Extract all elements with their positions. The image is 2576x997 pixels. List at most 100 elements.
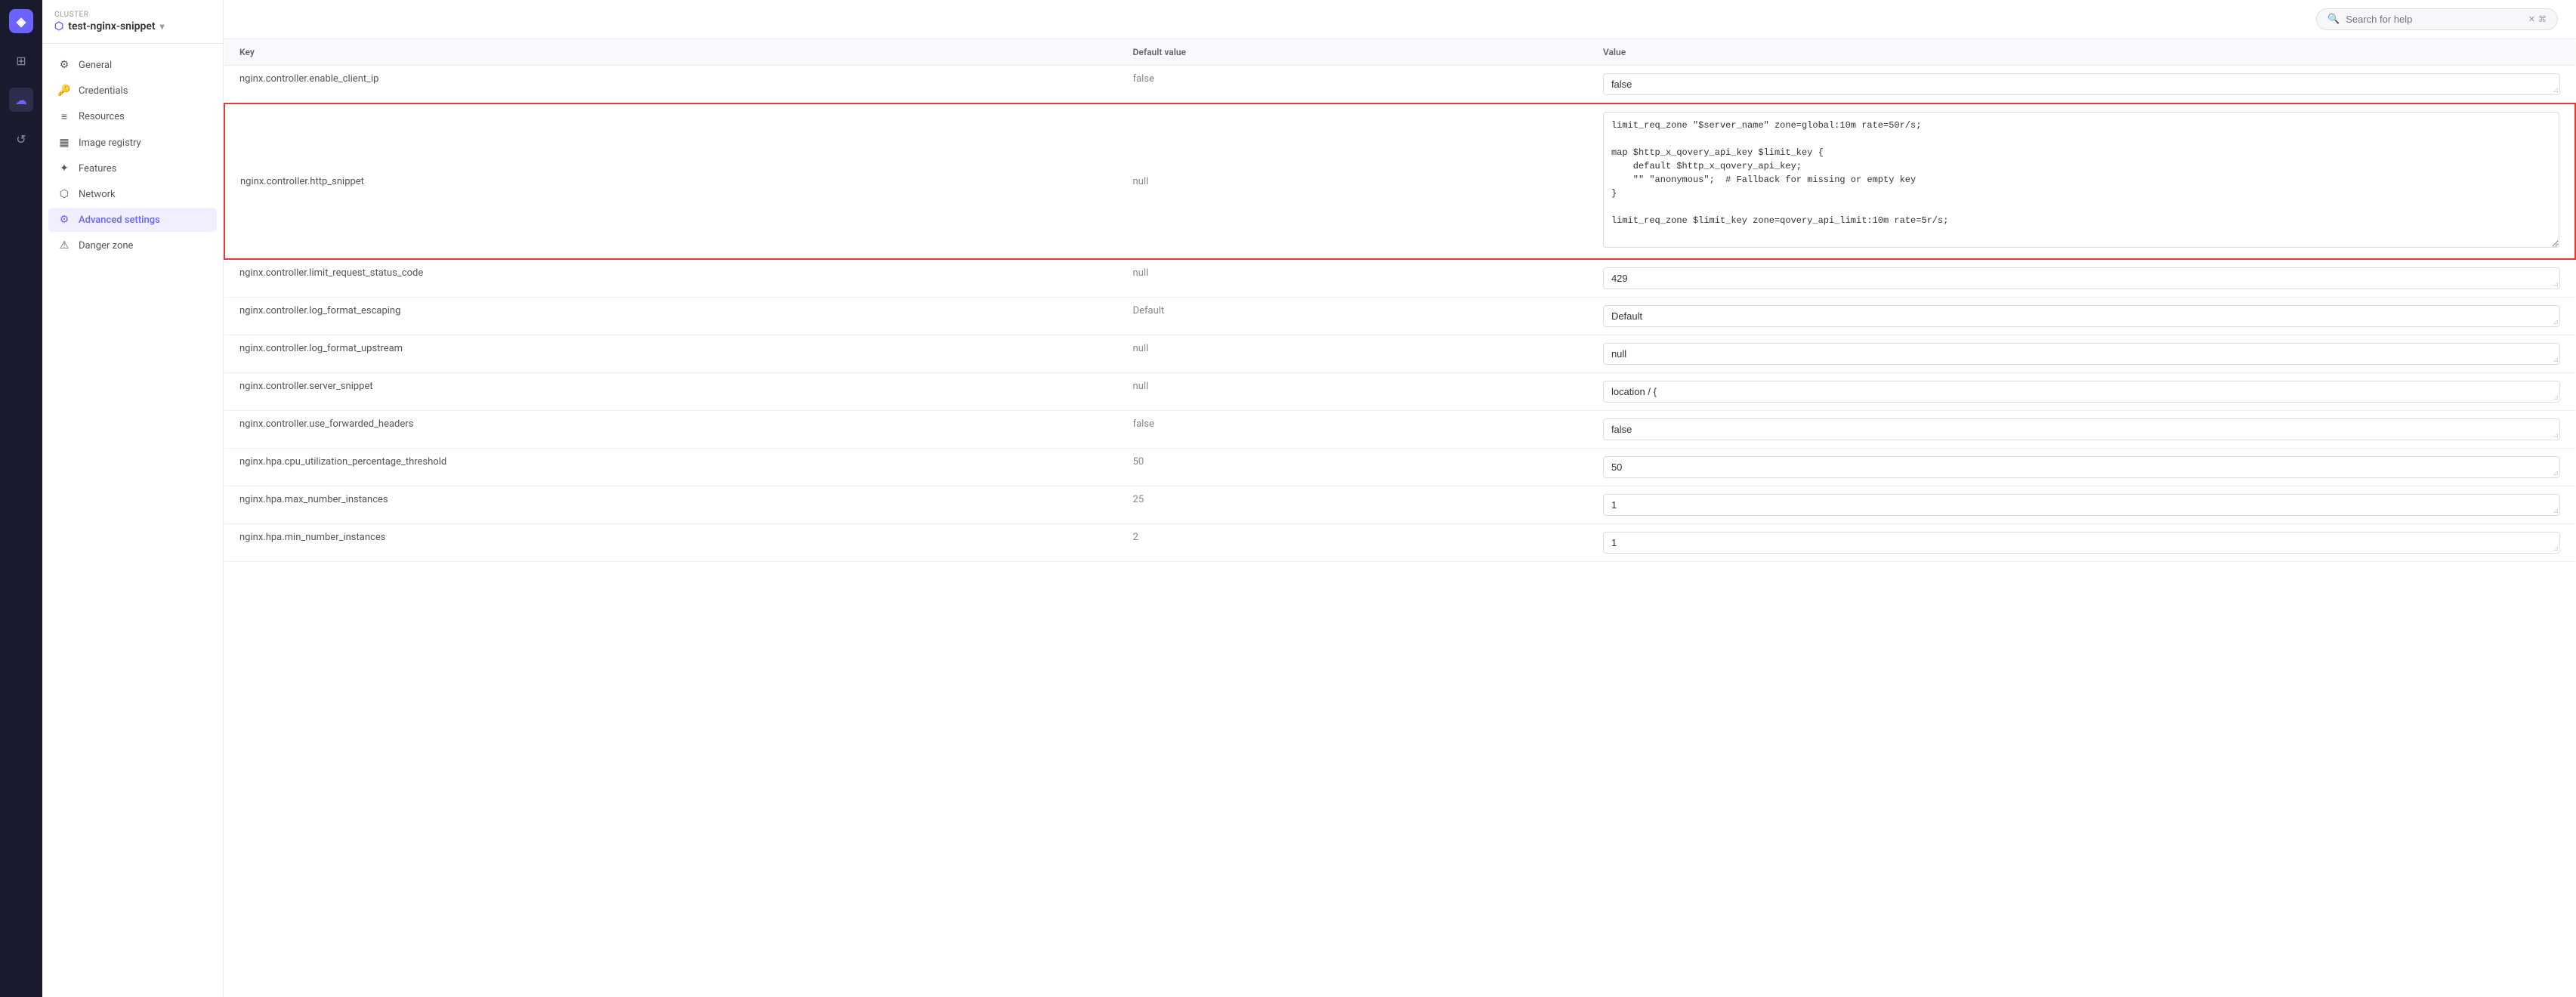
topbar: 🔍 ✕ ⌘ xyxy=(224,0,2576,39)
value-input[interactable] xyxy=(1603,456,2560,478)
default-cell: false xyxy=(1118,66,1588,104)
value-input[interactable] xyxy=(1603,381,2560,403)
resize-handle-icon: ⊿ xyxy=(2552,241,2558,249)
key-cell: nginx.hpa.max_number_instances xyxy=(224,486,1118,524)
key-cell: nginx.controller.enable_client_ip xyxy=(224,66,1118,104)
resources-icon: ≡ xyxy=(57,110,71,123)
sidebar-item-label: General xyxy=(79,60,112,71)
layers-nav-icon[interactable]: ⊞ xyxy=(9,48,33,73)
sidebar-item-credentials[interactable]: 🔑 Credentials xyxy=(48,79,217,103)
cloud-nav-icon[interactable]: ☁ xyxy=(9,88,33,112)
value-input[interactable] xyxy=(1603,73,2560,95)
features-icon: ✦ xyxy=(57,162,71,174)
sidebar-item-danger-zone[interactable]: ⚠ Danger zone xyxy=(48,233,217,258)
value-cell[interactable]: ⊿ xyxy=(1588,486,2575,524)
value-input-wrapper: ⊿ xyxy=(1603,456,2560,478)
sidebar-item-network[interactable]: ⬡ Network xyxy=(48,182,217,206)
search-input[interactable] xyxy=(2346,14,2522,25)
value-cell[interactable]: ⊿ xyxy=(1588,298,2575,335)
resize-icon: ⊿ xyxy=(2553,508,2559,515)
value-input-wrapper: ⊿ xyxy=(1603,381,2560,403)
search-bar[interactable]: 🔍 ✕ ⌘ xyxy=(2316,8,2558,30)
sidebar-item-advanced-settings[interactable]: ⚙ Advanced settings xyxy=(48,208,217,232)
resize-icon: ⊿ xyxy=(2553,319,2559,326)
key-cell: nginx.controller.http_snippet xyxy=(224,103,1118,259)
sidebar-item-label: Credentials xyxy=(79,85,128,97)
search-icon: 🔍 xyxy=(2327,14,2340,25)
http-snippet-textarea[interactable]: limit_req_zone "$server_name" zone=globa… xyxy=(1603,112,2559,248)
close-x-icon[interactable]: ✕ xyxy=(2528,14,2535,24)
value-input-wrapper: ⊿ xyxy=(1603,343,2560,365)
sidebar-nav: ⚙ General 🔑 Credentials ≡ Resources ▦ Im… xyxy=(42,44,223,267)
network-icon: ⬡ xyxy=(57,188,71,200)
key-cell: nginx.controller.limit_request_status_co… xyxy=(224,259,1118,298)
sidebar-item-label: Advanced settings xyxy=(79,215,160,226)
sidebar-item-label: Danger zone xyxy=(79,240,133,252)
value-input-wrapper: ⊿ xyxy=(1603,73,2560,95)
default-cell: 2 xyxy=(1118,524,1588,562)
sidebar-item-features[interactable]: ✦ Features xyxy=(48,156,217,181)
close-slash-icon: ⌘ xyxy=(2538,14,2547,24)
default-cell: false xyxy=(1118,411,1588,449)
value-cell[interactable]: ⊿ xyxy=(1588,449,2575,486)
resize-icon: ⊿ xyxy=(2553,470,2559,477)
value-input-wrapper: ⊿ xyxy=(1603,305,2560,327)
icon-bar: ◈ ⊞ ☁ ↺ xyxy=(0,0,42,997)
table-row: nginx.hpa.max_number_instances 25 ⊿ xyxy=(224,486,2575,524)
col-header-value: Value xyxy=(1588,39,2575,66)
history-nav-icon[interactable]: ↺ xyxy=(9,127,33,151)
sidebar-item-general[interactable]: ⚙ General xyxy=(48,53,217,77)
value-cell[interactable]: ⊿ xyxy=(1588,259,2575,298)
col-header-key: Key xyxy=(224,39,1118,66)
key-cell: nginx.hpa.min_number_instances xyxy=(224,524,1118,562)
value-input[interactable] xyxy=(1603,532,2560,554)
sidebar: Cluster ⬡ test-nginx-snippet ▾ ⚙ General… xyxy=(42,0,224,997)
value-input-wrapper: ⊿ xyxy=(1603,494,2560,516)
key-cell: nginx.controller.server_snippet xyxy=(224,373,1118,411)
value-input-wrapper: ⊿ xyxy=(1603,418,2560,440)
resize-icon: ⊿ xyxy=(2553,432,2559,440)
col-header-default: Default value xyxy=(1118,39,1588,66)
key-cell: nginx.controller.use_forwarded_headers xyxy=(224,411,1118,449)
table-row: nginx.controller.server_snippet null ⊿ xyxy=(224,373,2575,411)
advanced-settings-icon: ⚙ xyxy=(57,214,71,226)
key-cell: nginx.hpa.cpu_utilization_percentage_thr… xyxy=(224,449,1118,486)
cluster-name: ⬡ test-nginx-snippet ▾ xyxy=(54,20,211,32)
value-input[interactable] xyxy=(1603,418,2560,440)
value-input[interactable] xyxy=(1603,343,2560,365)
value-input-wrapper: ⊿ xyxy=(1603,532,2560,554)
value-input[interactable] xyxy=(1603,305,2560,327)
cluster-name-text: test-nginx-snippet xyxy=(68,20,155,32)
table-row: nginx.controller.log_format_escaping Def… xyxy=(224,298,2575,335)
value-cell[interactable]: ⊿ xyxy=(1588,66,2575,104)
value-input[interactable] xyxy=(1603,494,2560,516)
value-input-wrapper: ⊿ xyxy=(1603,267,2560,289)
settings-table-container: Key Default value Value nginx.controller… xyxy=(224,39,2576,997)
value-cell[interactable]: ⊿ xyxy=(1588,335,2575,373)
sidebar-item-resources[interactable]: ≡ Resources xyxy=(48,104,217,129)
resize-icon: ⊿ xyxy=(2553,545,2559,553)
table-header-row: Key Default value Value xyxy=(224,39,2575,66)
value-cell[interactable]: ⊿ xyxy=(1588,524,2575,562)
table-row: nginx.controller.limit_request_status_co… xyxy=(224,259,2575,298)
value-input[interactable] xyxy=(1603,267,2560,289)
value-cell[interactable]: ⊿ xyxy=(1588,373,2575,411)
main-content: 🔍 ✕ ⌘ Key Default value Value nginx.cont… xyxy=(224,0,2576,997)
key-cell: nginx.controller.log_format_upstream xyxy=(224,335,1118,373)
cluster-label: Cluster xyxy=(54,11,211,19)
table-row: nginx.controller.enable_client_ip false … xyxy=(224,66,2575,104)
cluster-icon: ⬡ xyxy=(54,20,63,32)
table-row: nginx.controller.use_forwarded_headers f… xyxy=(224,411,2575,449)
general-icon: ⚙ xyxy=(57,59,71,71)
resize-icon: ⊿ xyxy=(2553,394,2559,402)
table-row: nginx.hpa.min_number_instances 2 ⊿ xyxy=(224,524,2575,562)
app-logo[interactable]: ◈ xyxy=(9,9,33,33)
value-cell[interactable]: ⊿ xyxy=(1588,411,2575,449)
value-cell[interactable]: limit_req_zone "$server_name" zone=globa… xyxy=(1588,103,2575,259)
sidebar-item-label: Resources xyxy=(79,111,125,122)
resize-icon: ⊿ xyxy=(2553,281,2559,289)
sidebar-item-image-registry[interactable]: ▦ Image registry xyxy=(48,131,217,155)
settings-table: Key Default value Value nginx.controller… xyxy=(224,39,2576,562)
chevron-down-icon[interactable]: ▾ xyxy=(160,21,165,32)
danger-zone-icon: ⚠ xyxy=(57,239,71,252)
